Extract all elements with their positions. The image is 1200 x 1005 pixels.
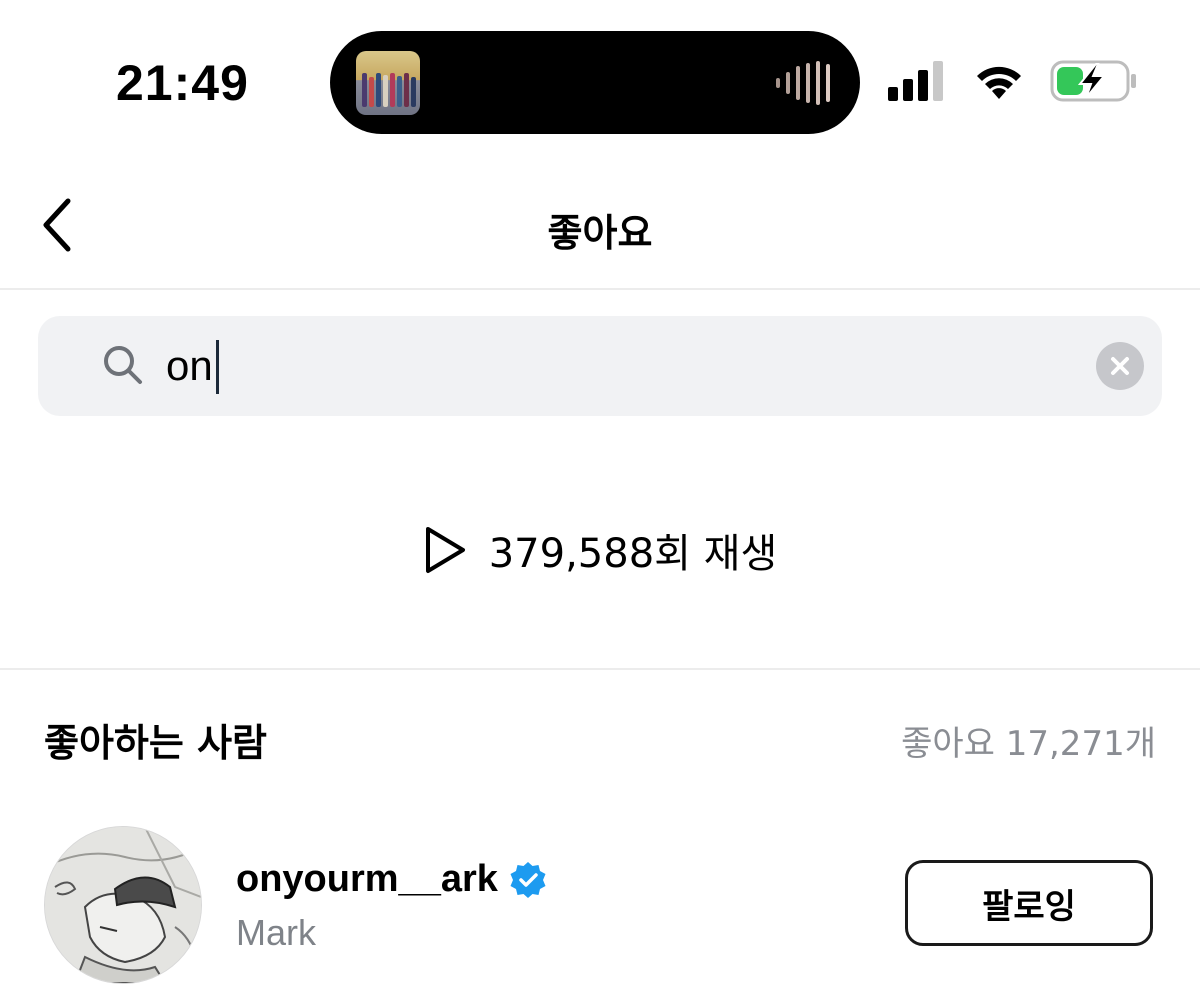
search-bar[interactable] (38, 316, 1162, 416)
cellular-signal-icon (888, 61, 943, 101)
audio-waveform-icon (776, 61, 830, 105)
search-input[interactable] (166, 336, 1106, 396)
clear-search-button[interactable] (1096, 342, 1144, 390)
status-indicators (888, 58, 1138, 104)
user-list-item[interactable]: onyourm__ark Mark 팔로잉 (0, 820, 1200, 990)
username[interactable]: onyourm__ark (236, 858, 498, 901)
dynamic-island[interactable] (330, 31, 860, 134)
play-count-row: 379,588회 재생 (0, 520, 1200, 580)
status-time: 21:49 (116, 55, 249, 111)
page-title: 좋아요 (547, 211, 653, 255)
clear-icon (1111, 357, 1129, 375)
text-cursor (216, 340, 219, 394)
likers-section-title: 좋아하는 사람 (44, 721, 267, 765)
display-name: Mark (236, 912, 316, 953)
avatar-sketch-image (45, 827, 201, 983)
now-playing-artwork (356, 51, 420, 115)
section-divider (0, 668, 1200, 670)
play-icon (425, 527, 465, 573)
battery-charging-icon (1050, 60, 1136, 102)
navigation-header: 좋아요 (0, 160, 1200, 290)
status-bar: 21:49 (0, 0, 1200, 160)
wifi-icon (977, 66, 1021, 99)
likes-count: 좋아요 17,271개 (901, 724, 1156, 764)
following-button[interactable]: 팔로잉 (905, 860, 1153, 946)
search-icon (104, 346, 142, 384)
play-count: 379,588회 재생 (488, 531, 778, 577)
verified-badge-icon (510, 861, 546, 898)
avatar[interactable] (44, 826, 202, 984)
username-line: onyourm__ark (236, 858, 548, 901)
